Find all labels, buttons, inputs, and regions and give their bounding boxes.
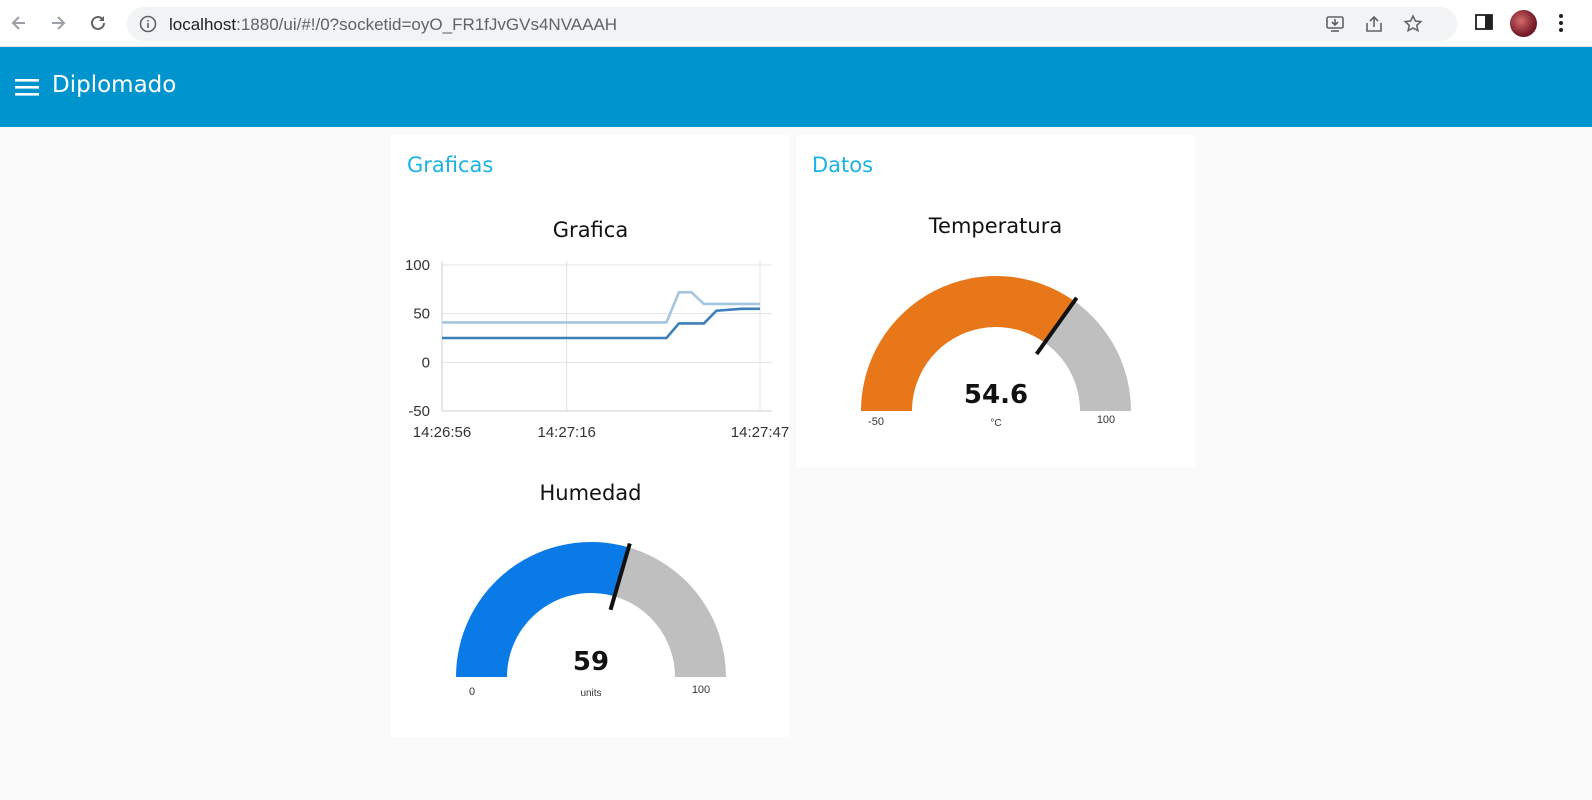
address-bar[interactable]: localhost:1880/ui/#!/0?socketid=oyO_FR1f… — [127, 7, 1457, 41]
gauge-max-temperatura: 100 — [1096, 414, 1116, 426]
browser-toolbar: localhost:1880/ui/#!/0?socketid=oyO_FR1f… — [0, 0, 1592, 47]
bookmark-star-icon[interactable] — [1403, 14, 1423, 34]
group-title-graficas: Graficas — [407, 153, 494, 177]
gauge-min-humedad: 0 — [468, 686, 476, 698]
gauge-min-temperatura: -50 — [868, 416, 884, 428]
x-tick-label: 14:27:47 — [731, 424, 789, 441]
reload-icon — [91, 15, 105, 30]
gauge-unit-humedad: units — [580, 688, 602, 699]
y-tick-label: 100 — [405, 257, 430, 274]
arrow-right-icon — [52, 16, 66, 30]
group-datos: Datos Temperatura 54.6 °C -50 100 — [796, 135, 1195, 467]
profile-avatar[interactable] — [1510, 10, 1537, 37]
y-tick-label: 50 — [413, 306, 430, 323]
gauge-unit-temperatura: °C — [990, 418, 1002, 429]
url-path: :1880/ui/#!/0?socketid=oyO_FR1fJvGVs4NVA… — [236, 15, 618, 34]
side-panel-icon[interactable] — [1474, 12, 1494, 32]
reload-button[interactable] — [86, 11, 110, 35]
gauge-temperatura — [861, 276, 1131, 411]
x-tick-label: 14:26:56 — [413, 424, 471, 441]
menu-icon[interactable] — [15, 77, 39, 97]
y-tick-label: 0 — [422, 354, 430, 371]
gauge-max-humedad: 100 — [691, 684, 711, 696]
app-title: Diplomado — [52, 72, 177, 98]
app-header: Diplomado — [0, 47, 1592, 127]
forward-button[interactable] — [46, 11, 70, 35]
y-tick-label: -50 — [408, 403, 430, 420]
group-title-datos: Datos — [812, 153, 874, 177]
url-host: localhost — [169, 15, 237, 34]
arrow-left-icon — [11, 16, 25, 30]
gauge-value-humedad: 59 — [572, 647, 610, 677]
share-icon[interactable] — [1364, 14, 1384, 34]
gauge-title-humedad: Humedad — [539, 481, 642, 505]
gauge-title-temperatura: Temperatura — [928, 214, 1063, 238]
chart-title: Grafica — [552, 218, 629, 242]
series-line-1 — [442, 290, 760, 324]
more-vert-icon[interactable] — [1556, 12, 1566, 34]
url-text: localhost:1880/ui/#!/0?socketid=oyO_FR1f… — [169, 15, 617, 35]
back-button[interactable] — [7, 11, 31, 35]
info-icon[interactable] — [139, 15, 157, 33]
install-app-icon[interactable] — [1325, 14, 1345, 34]
line-chart: 100 50 0 -50 14:26:56 14:27:16 14:27:47 — [405, 257, 789, 441]
group-graficas: Graficas Grafica 100 50 0 -50 14:26:56 14:27:… — [391, 135, 790, 737]
gauge-value-temperatura: 54.6 — [963, 380, 1029, 410]
x-tick-label: 14:27:16 — [538, 424, 596, 441]
